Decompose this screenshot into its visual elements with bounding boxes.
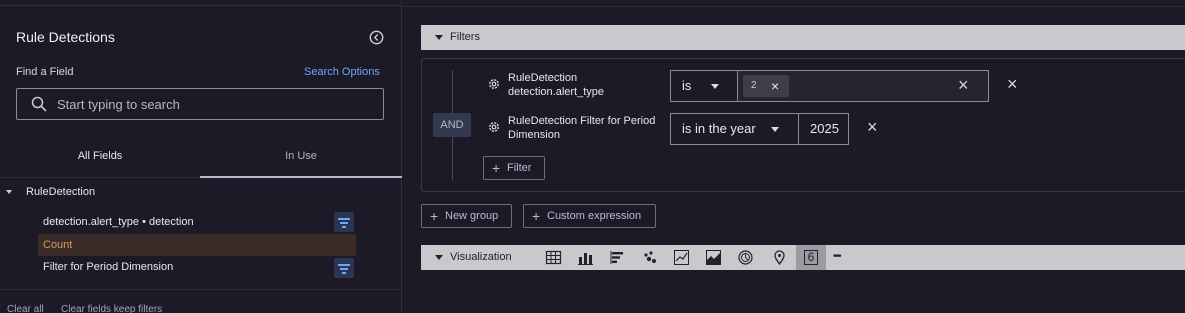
filter-icon[interactable] <box>334 212 354 232</box>
search-options-link[interactable]: Search Options <box>304 66 380 78</box>
chevron-down-icon <box>771 127 779 132</box>
clear-all-link[interactable]: Clear all <box>7 304 44 313</box>
field-picker-panel: Rule Detections Find a Field Search Opti… <box>0 0 402 313</box>
remove-chip-icon[interactable]: × <box>771 75 779 97</box>
scatter-icon[interactable] <box>640 248 659 267</box>
add-filter-label: Filter <box>507 162 532 174</box>
single-value-glyph: 6 <box>804 250 818 265</box>
search-icon <box>31 96 47 112</box>
filter-icon[interactable] <box>334 258 354 278</box>
new-group-label: New group <box>445 210 499 222</box>
field-item-count[interactable]: Count <box>38 234 356 256</box>
plus-icon: + <box>430 208 439 224</box>
tree-root-label: RuleDetection <box>26 186 96 198</box>
map-pin-icon[interactable] <box>770 248 789 267</box>
clear-values-icon[interactable]: × <box>958 75 969 96</box>
collapse-panel-icon[interactable] <box>369 30 384 45</box>
filter-field-name: RuleDetection Filter for Period Dimensio… <box>508 115 656 141</box>
pie-chart-icon[interactable] <box>736 248 755 267</box>
tab-all-fields[interactable]: All Fields <box>0 140 200 178</box>
add-filter-button[interactable]: + Filter <box>483 156 545 180</box>
tab-in-use[interactable]: In Use <box>200 140 402 178</box>
field-tabs: All Fields In Use <box>0 140 402 178</box>
custom-expression-button[interactable]: + Custom expression <box>523 204 656 228</box>
filters-section-header[interactable]: Filters <box>421 25 1185 50</box>
caret-down-icon <box>435 35 443 40</box>
year-input[interactable]: 2025 <box>798 113 849 145</box>
value-multiselect[interactable]: 2 × × <box>737 70 989 102</box>
search-input[interactable] <box>57 89 377 119</box>
horizontal-bar-icon[interactable] <box>608 248 627 267</box>
custom-expression-label: Custom expression <box>547 210 642 222</box>
new-group-button[interactable]: + New group <box>421 204 512 228</box>
operator-select[interactable]: is <box>670 70 738 102</box>
top-divider <box>0 0 402 6</box>
filter-field-name: RuleDetection detection.alert_type <box>508 72 605 98</box>
value-chip: 2 × <box>743 75 789 97</box>
area-chart-icon[interactable] <box>704 248 723 267</box>
field-search-box[interactable] <box>16 88 384 120</box>
caret-down-icon <box>6 190 12 195</box>
clear-fields-keep-filters-link[interactable]: Clear fields keep filters <box>61 304 162 313</box>
tree-root-ruledetection[interactable]: RuleDetection <box>6 186 95 198</box>
top-divider-right <box>403 6 1185 7</box>
and-toggle[interactable]: AND <box>433 113 471 137</box>
remove-filter-icon[interactable]: × <box>1007 74 1018 95</box>
operator-value: is in the year <box>682 121 756 136</box>
operator-select[interactable]: is in the year <box>670 113 799 145</box>
caret-down-icon <box>435 255 443 260</box>
visualization-header-label: Visualization <box>450 251 512 263</box>
footer-divider <box>0 289 402 290</box>
chip-label: 2 <box>751 80 757 91</box>
plus-icon: + <box>532 208 541 224</box>
field-item-alert-type[interactable]: detection.alert_type • detection <box>38 211 356 233</box>
plus-icon: + <box>492 160 501 176</box>
field-item-period-filter[interactable]: Filter for Period Dimension <box>38 256 356 278</box>
gear-icon[interactable] <box>487 120 501 134</box>
find-field-label: Find a Field <box>16 66 74 78</box>
bar-chart-icon[interactable] <box>576 248 595 267</box>
table-icon[interactable] <box>544 248 563 267</box>
panel-title: Rule Detections <box>16 29 115 45</box>
single-value-icon[interactable]: 6 <box>796 245 826 270</box>
gear-icon[interactable] <box>487 77 501 91</box>
remove-filter-icon[interactable]: × <box>867 117 878 138</box>
line-chart-icon[interactable] <box>672 248 691 267</box>
more-icon[interactable]: ••• <box>833 247 855 266</box>
operator-value: is <box>682 78 692 93</box>
chevron-down-icon <box>711 84 719 89</box>
filters-header-label: Filters <box>450 31 480 43</box>
